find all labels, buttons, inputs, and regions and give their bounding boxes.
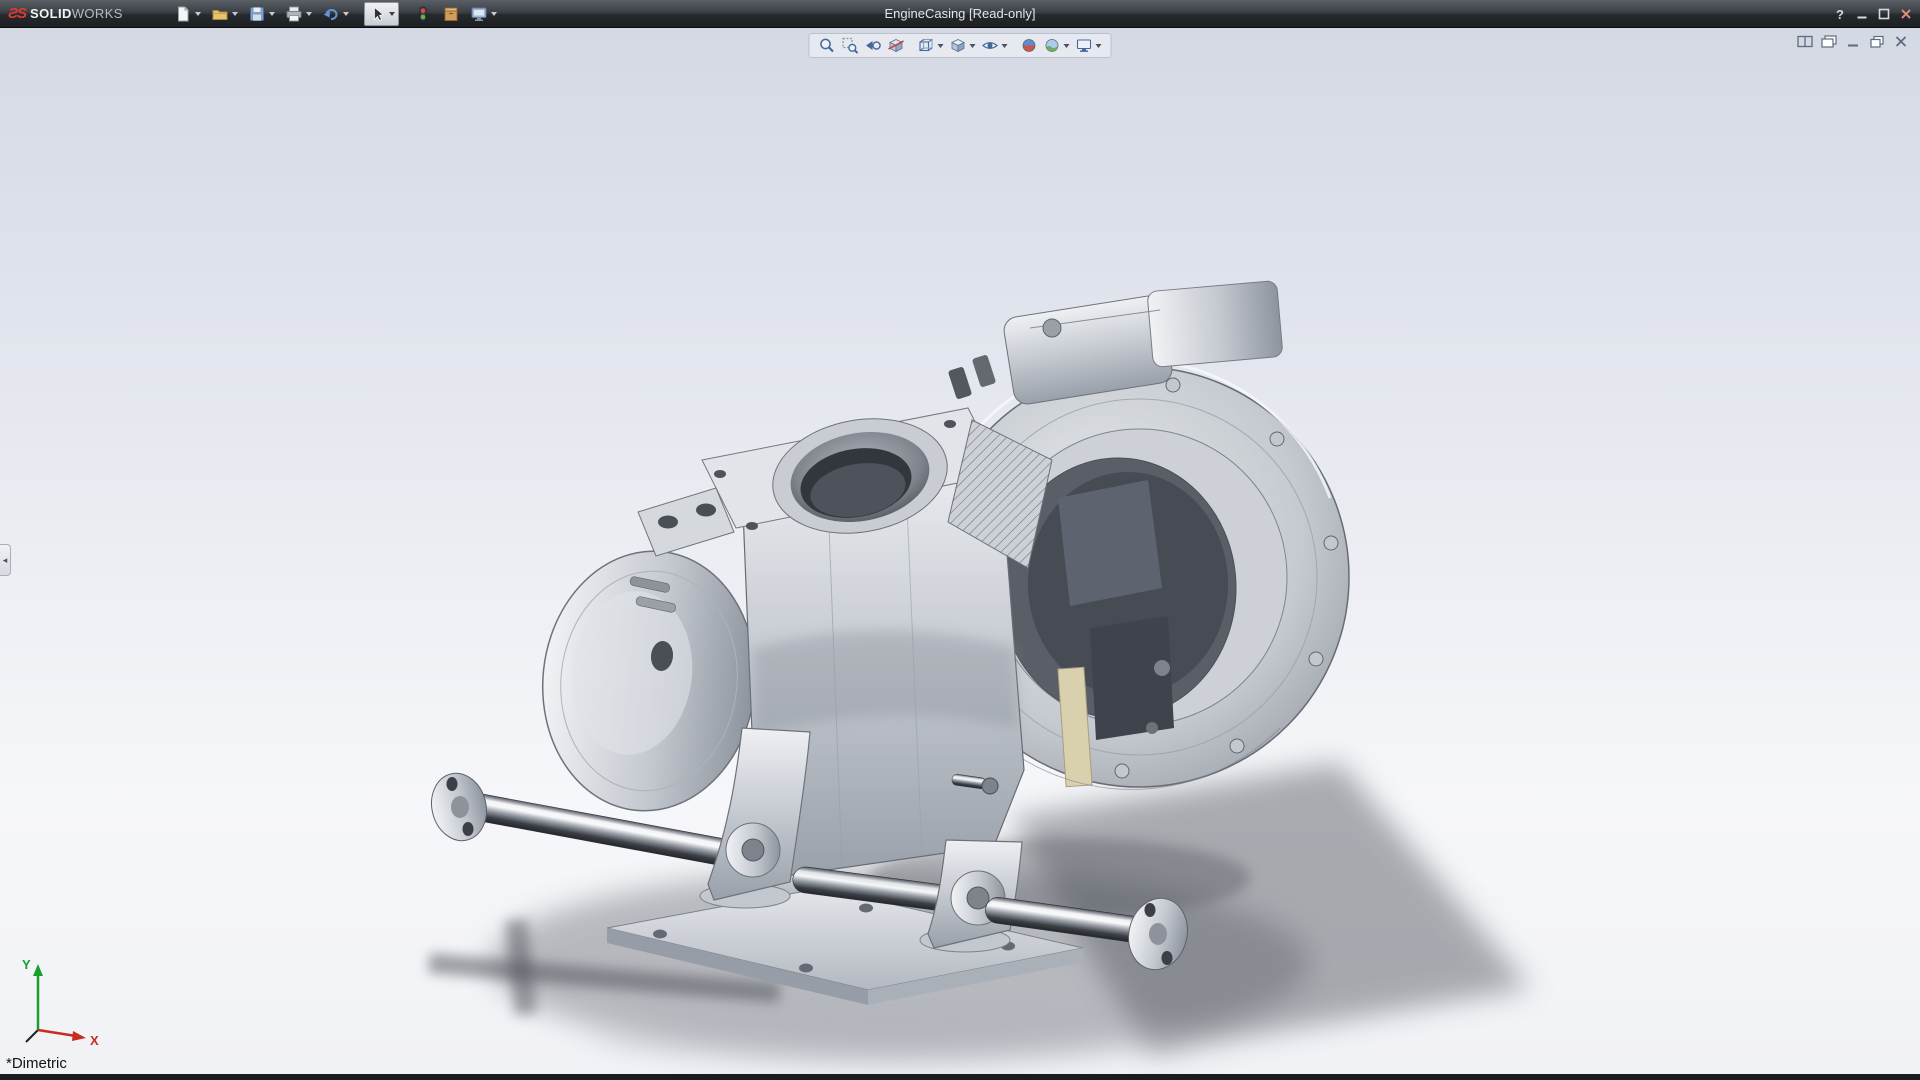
zoom-to-fit-button[interactable] xyxy=(817,35,838,56)
open-button[interactable] xyxy=(208,2,241,26)
undo-button[interactable] xyxy=(319,2,352,26)
section-view-button[interactable] xyxy=(886,35,907,56)
dropdown-caret xyxy=(491,12,497,16)
document-window-controls xyxy=(1796,34,1910,49)
minimize-icon xyxy=(1845,35,1861,48)
close-button[interactable] xyxy=(1895,4,1917,24)
maximize-button[interactable] xyxy=(1873,4,1895,24)
cascade-icon xyxy=(1821,35,1837,48)
undo-arrow-icon xyxy=(322,5,340,23)
select-tool-button[interactable] xyxy=(364,2,399,26)
app-window-controls: ? xyxy=(1829,0,1917,28)
view-orientation-button[interactable] xyxy=(916,35,946,56)
minimize-icon xyxy=(1856,8,1868,20)
graphics-viewport[interactable]: ◂ Y X *Dimetric xyxy=(0,28,1920,1074)
previous-view-button[interactable] xyxy=(863,35,884,56)
restore-icon xyxy=(1869,35,1885,48)
edit-appearance-button[interactable] xyxy=(1019,35,1040,56)
dropdown-caret xyxy=(1064,44,1070,48)
close-icon xyxy=(1893,35,1909,48)
help-button[interactable]: ? xyxy=(1829,4,1851,24)
maximize-icon xyxy=(1878,8,1890,20)
bottom-edge xyxy=(0,1074,1920,1080)
triad-x-axis xyxy=(38,1030,76,1036)
doc-minimize-button[interactable] xyxy=(1844,34,1862,49)
dropdown-caret xyxy=(306,12,312,16)
solidworks-window: ƧS SOLIDWORKS xyxy=(0,0,1920,1080)
title-bar: ƧS SOLIDWORKS xyxy=(0,0,1920,28)
cascade-windows-button[interactable] xyxy=(1820,34,1838,49)
view-settings-icon xyxy=(1076,37,1093,54)
brand-solid: SOLID xyxy=(30,6,72,21)
brand-works: WORKS xyxy=(72,6,123,21)
options-monitor-icon xyxy=(470,5,488,23)
display-style-button[interactable] xyxy=(948,35,978,56)
apply-scene-button[interactable] xyxy=(1042,35,1072,56)
select-cursor-icon xyxy=(368,5,386,23)
save-button[interactable] xyxy=(245,2,278,26)
model-top-assembly[interactable] xyxy=(948,280,1283,405)
featuremanager-collapse-tab[interactable]: ◂ xyxy=(0,544,11,576)
tile-icon xyxy=(1797,35,1813,48)
view-orientation-label: *Dimetric xyxy=(6,1055,67,1072)
solidworks-logo: ƧS SOLIDWORKS xyxy=(0,5,139,22)
new-document-button[interactable] xyxy=(171,2,204,26)
tile-windows-button[interactable] xyxy=(1796,34,1814,49)
printer-icon xyxy=(285,5,303,23)
file-properties-icon xyxy=(442,5,460,23)
main-toolbar xyxy=(169,0,502,27)
dassault-3ds-logo-icon: ƧS xyxy=(8,5,26,22)
save-disk-icon xyxy=(248,5,266,23)
heads-up-view-toolbar xyxy=(809,33,1112,58)
dropdown-caret xyxy=(389,12,395,16)
previous-view-icon xyxy=(865,37,882,54)
triad-x-label: X xyxy=(90,1033,99,1048)
doc-restore-button[interactable] xyxy=(1868,34,1886,49)
dropdown-caret xyxy=(970,44,976,48)
open-folder-icon xyxy=(211,5,229,23)
rebuild-button[interactable] xyxy=(411,2,435,26)
triad-y-label: Y xyxy=(22,957,31,972)
dropdown-caret xyxy=(269,12,275,16)
section-view-icon xyxy=(888,37,905,54)
view-settings-button[interactable] xyxy=(1074,35,1104,56)
scene-ball-icon xyxy=(1044,37,1061,54)
dropdown-caret xyxy=(938,44,944,48)
eye-icon xyxy=(982,37,999,54)
triad-x-arrowhead xyxy=(72,1031,86,1041)
dropdown-caret xyxy=(195,12,201,16)
hide-show-items-button[interactable] xyxy=(980,35,1010,56)
new-document-icon xyxy=(174,5,192,23)
dropdown-caret xyxy=(343,12,349,16)
dropdown-caret xyxy=(1002,44,1008,48)
zoom-to-area-icon xyxy=(842,37,859,54)
model-rod-flange-left[interactable] xyxy=(425,767,494,846)
view-orientation-icon xyxy=(918,37,935,54)
options-button[interactable] xyxy=(467,2,500,26)
triad-z-axis xyxy=(26,1030,38,1042)
dropdown-caret xyxy=(1096,44,1102,48)
zoom-to-area-button[interactable] xyxy=(840,35,861,56)
print-button[interactable] xyxy=(282,2,315,26)
minimize-button[interactable] xyxy=(1851,4,1873,24)
triad-y-arrowhead xyxy=(33,964,43,976)
engine-casing-model[interactable] xyxy=(0,28,1920,1074)
zoom-to-fit-icon xyxy=(819,37,836,54)
display-style-icon xyxy=(950,37,967,54)
doc-close-button[interactable] xyxy=(1892,34,1910,49)
close-icon xyxy=(1900,8,1912,20)
orientation-triad: Y X xyxy=(16,952,108,1050)
file-properties-button[interactable] xyxy=(439,2,463,26)
appearance-ball-icon xyxy=(1021,37,1038,54)
dropdown-caret xyxy=(232,12,238,16)
rebuild-trafficlight-icon xyxy=(414,5,432,23)
